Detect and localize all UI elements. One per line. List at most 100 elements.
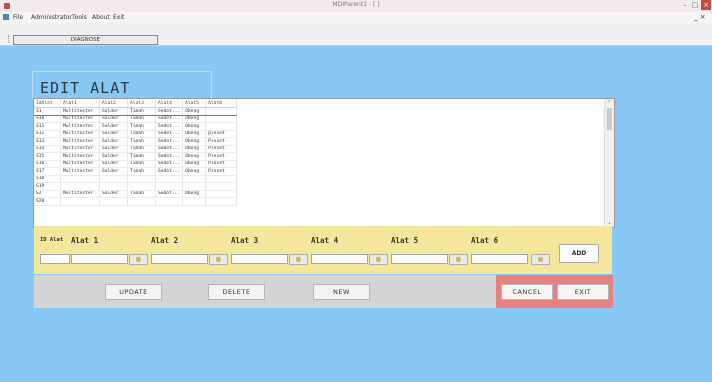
- table-cell[interactable]: [205, 182, 238, 191]
- table-cell[interactable]: Timah: [127, 167, 156, 176]
- menu-tools[interactable]: Tools: [72, 14, 87, 21]
- column-header[interactable]: Alat1: [60, 99, 100, 108]
- maximize-icon[interactable]: □: [690, 0, 700, 10]
- scroll-thumb[interactable]: [607, 108, 612, 130]
- table-cell[interactable]: Solder: [99, 130, 128, 138]
- table-cell[interactable]: Multitester: [60, 107, 100, 116]
- table-cell[interactable]: Sedot...: [155, 122, 184, 131]
- table-cell[interactable]: Multitester: [60, 137, 100, 146]
- menu-administrator[interactable]: Administrator: [31, 14, 72, 21]
- table-cell[interactable]: [99, 182, 128, 191]
- table-cell[interactable]: [155, 197, 184, 206]
- toolbar-grip[interactable]: [8, 35, 11, 43]
- folder-open-icon[interactable]: ▦: [369, 254, 388, 265]
- menu-file[interactable]: File: [13, 14, 23, 21]
- table-cell[interactable]: S14: [34, 145, 61, 153]
- grid-vertical-scrollbar[interactable]: ⌃ ⌄: [604, 99, 614, 227]
- table-cell[interactable]: Timah: [127, 152, 156, 161]
- table-row[interactable]: S13 Multitester Solder Timah Sedot... Obeng Pi…: [34, 137, 238, 146]
- table-cell[interactable]: Sedot...: [155, 167, 184, 176]
- alat5-field[interactable]: [391, 254, 448, 264]
- table-cell[interactable]: Sedot...: [155, 115, 184, 123]
- table-cell[interactable]: [99, 175, 128, 183]
- table-cell[interactable]: Obeng: [182, 107, 207, 116]
- table-row[interactable]: S17 Multitester Solder Timah Sedot... Obeng Pi…: [34, 167, 238, 176]
- table-cell[interactable]: S20: [34, 197, 61, 206]
- table-cell[interactable]: Multitester: [60, 152, 100, 161]
- table-cell[interactable]: Sedot...: [155, 145, 184, 153]
- table-cell[interactable]: Timah: [127, 122, 156, 131]
- update-button[interactable]: UPDATE: [105, 284, 162, 300]
- table-cell[interactable]: S12: [34, 130, 61, 138]
- table-cell[interactable]: [127, 175, 156, 183]
- table-cell[interactable]: Pinset: [205, 167, 238, 176]
- table-row[interactable]: S12 Multitester Solder Timah Sedot... Obeng pi…: [34, 130, 238, 138]
- alat6-field[interactable]: [471, 254, 528, 264]
- table-cell[interactable]: Solder: [99, 107, 128, 116]
- close-icon[interactable]: ×: [701, 0, 711, 10]
- alat4-field[interactable]: [311, 254, 368, 264]
- table-cell[interactable]: S19: [34, 182, 61, 191]
- table-cell[interactable]: Sedot...: [155, 152, 184, 161]
- table-cell[interactable]: Multitester: [60, 167, 100, 176]
- folder-open-icon[interactable]: ▦: [531, 254, 550, 265]
- minimize-icon[interactable]: –: [680, 0, 690, 10]
- table-cell[interactable]: Obeng: [182, 160, 207, 168]
- table-cell[interactable]: Solder: [99, 160, 128, 168]
- table-cell[interactable]: [99, 197, 128, 206]
- new-button[interactable]: NEW: [313, 284, 370, 300]
- table-cell[interactable]: [182, 197, 207, 206]
- table-cell[interactable]: Obeng: [182, 122, 207, 131]
- table-cell[interactable]: Sedot...: [155, 137, 184, 146]
- table-cell[interactable]: Solder: [99, 115, 128, 123]
- table-cell[interactable]: Sedot...: [155, 130, 184, 138]
- table-cell[interactable]: S1: [34, 107, 61, 116]
- table-cell[interactable]: [205, 107, 238, 116]
- table-cell[interactable]: Obeng: [182, 137, 207, 146]
- table-cell[interactable]: Pinset: [205, 160, 238, 168]
- table-cell[interactable]: Timah: [127, 107, 156, 116]
- alat2-field[interactable]: [151, 254, 208, 264]
- table-cell[interactable]: Solder: [99, 137, 128, 146]
- table-cell[interactable]: Sedot...: [155, 107, 184, 116]
- exit-button[interactable]: EXIT: [557, 284, 609, 300]
- alat-data-grid[interactable]: IdAlat Alat1 Alat2 Alat3 Alat4 Alat5 Ala…: [33, 98, 615, 228]
- table-cell[interactable]: S16: [34, 160, 61, 168]
- alat1-field[interactable]: [71, 254, 128, 264]
- folder-open-icon[interactable]: ▦: [289, 254, 308, 265]
- table-cell[interactable]: [182, 182, 207, 191]
- table-cell[interactable]: [60, 197, 100, 206]
- table-cell[interactable]: Pinset: [205, 152, 238, 161]
- table-row[interactable]: S10 Multitester Solder Timah Sedot... Obeng: [34, 115, 238, 123]
- table-cell[interactable]: [60, 175, 100, 183]
- add-button[interactable]: ADD: [559, 244, 599, 263]
- table-cell[interactable]: [205, 190, 238, 198]
- table-cell[interactable]: [155, 175, 184, 183]
- table-cell[interactable]: [205, 115, 238, 123]
- table-row[interactable]: S20: [34, 197, 238, 206]
- mdi-child-controls[interactable]: _ ×: [694, 13, 706, 21]
- table-cell[interactable]: [205, 197, 238, 206]
- table-cell[interactable]: Obeng: [182, 190, 207, 198]
- table-cell[interactable]: [205, 175, 238, 183]
- table-cell[interactable]: Multitester: [60, 115, 100, 123]
- alat3-field[interactable]: [231, 254, 288, 264]
- table-row[interactable]: S19: [34, 182, 238, 191]
- table-cell[interactable]: Timah: [127, 145, 156, 153]
- table-cell[interactable]: Obeng: [182, 167, 207, 176]
- table-cell[interactable]: Obeng: [182, 115, 207, 123]
- table-cell[interactable]: Solder: [99, 167, 128, 176]
- menu-exit[interactable]: Exit: [113, 14, 124, 21]
- column-header[interactable]: IdAlat: [34, 99, 61, 108]
- table-cell[interactable]: [60, 182, 100, 191]
- table-row[interactable]: S11 Multitester Solder Timah Sedot... Obeng: [34, 122, 238, 131]
- table-cell[interactable]: Timah: [127, 190, 156, 198]
- table-cell[interactable]: S2: [34, 190, 61, 198]
- folder-open-icon[interactable]: ▦: [449, 254, 468, 265]
- table-cell[interactable]: Obeng: [182, 152, 207, 161]
- table-row[interactable]: S18: [34, 175, 238, 183]
- table-row[interactable]: S1 Multitester Solder Timah Sedot... Obeng: [34, 107, 238, 116]
- table-cell[interactable]: S11: [34, 122, 61, 131]
- column-header[interactable]: Alat3: [127, 99, 156, 108]
- id-alat-field[interactable]: [40, 254, 70, 264]
